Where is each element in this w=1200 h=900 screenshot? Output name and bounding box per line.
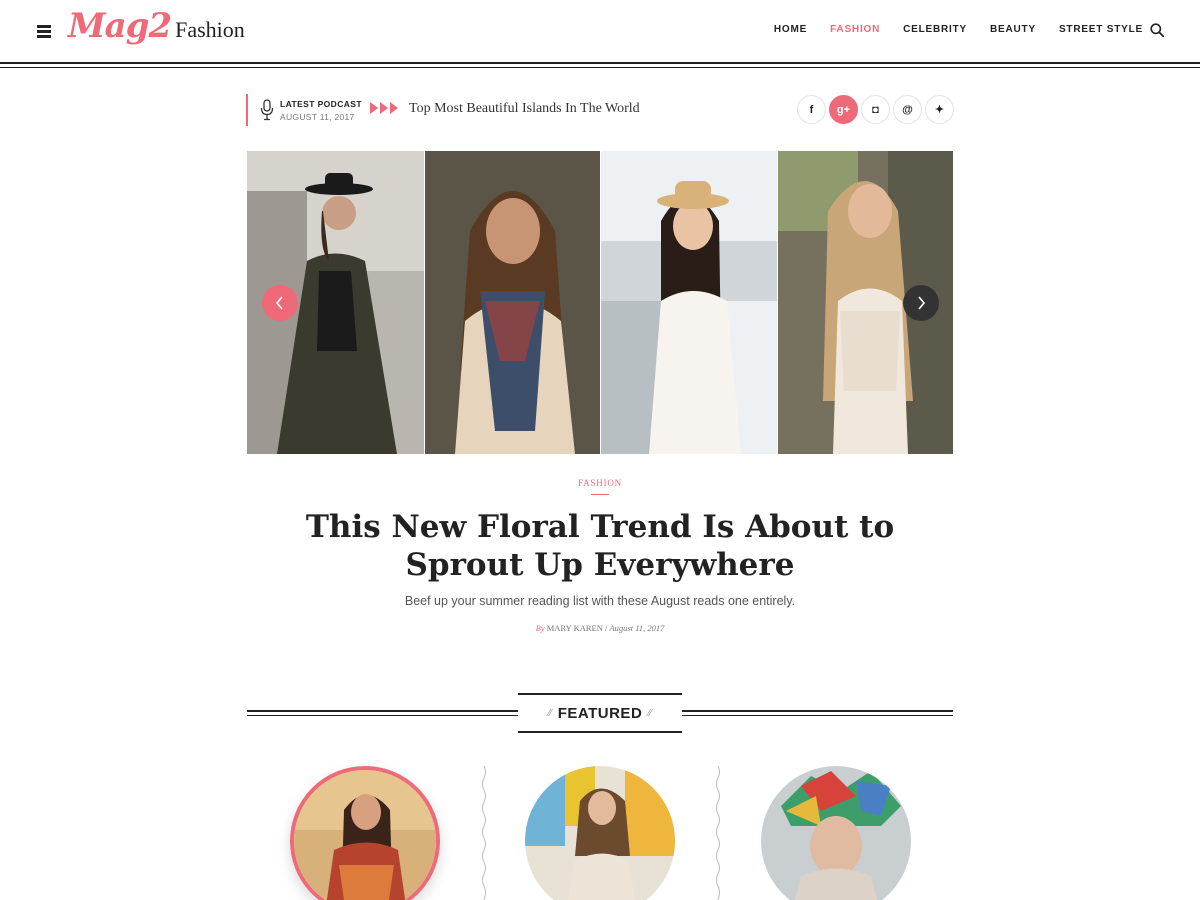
byline-by: By [535, 623, 545, 633]
slider-next-button[interactable] [903, 285, 939, 321]
featured-post-image[interactable] [290, 766, 440, 900]
podcast-date: AUGUST 11, 2017 [280, 112, 355, 122]
instagram-icon[interactable]: ◘ [861, 95, 890, 124]
menu-icon[interactable] [37, 25, 51, 38]
email-icon[interactable]: @ [893, 95, 922, 124]
article-title[interactable]: This New Floral Trend Is About to Sprout… [300, 508, 900, 584]
site-header: Mag2 Fashion HOME FASHION CELEBRITY BEAU… [0, 0, 1200, 68]
quill-icon: ⁄⁄ [548, 707, 552, 719]
latest-podcast: LATEST PODCAST AUGUST 11, 2017 Top Most … [246, 94, 640, 126]
microphone-icon [260, 99, 274, 121]
featured-rule-right [682, 710, 953, 716]
nav-item-beauty[interactable]: BEAUTY [990, 24, 1036, 35]
wavy-divider [482, 766, 486, 900]
featured-label: FEATURED [557, 704, 643, 722]
search-icon[interactable] [1150, 23, 1164, 37]
nav-item-celebrity[interactable]: CELEBRITY [903, 24, 967, 35]
featured-post-image[interactable] [525, 766, 675, 900]
category-underline [591, 494, 609, 495]
slider-prev-button[interactable] [262, 285, 298, 321]
header-divider [0, 62, 1200, 68]
nav-item-fashion[interactable]: FASHION [830, 24, 880, 35]
nav-item-street-style[interactable]: STREET STYLE [1059, 24, 1143, 35]
wavy-divider [716, 766, 720, 900]
article-byline: By MARY KAREN / August 11, 2017 [535, 623, 665, 633]
twitter-icon[interactable]: ✦ [925, 95, 954, 124]
chevron-right-icon [918, 296, 926, 310]
facebook-icon[interactable]: f [797, 95, 826, 124]
featured-post-image[interactable] [761, 766, 911, 900]
hero-slider [247, 151, 953, 454]
logo-script: Mag2 [68, 6, 172, 46]
podcast-headline[interactable]: Top Most Beautiful Islands In The World [409, 101, 640, 117]
main-nav: HOME FASHION CELEBRITY BEAUTY STREET STY… [751, 24, 1143, 35]
google-plus-icon[interactable]: g+ [829, 95, 858, 124]
site-logo[interactable]: Mag2 Fashion [68, 6, 245, 54]
article-subtitle: Beef up your summer reading list with th… [404, 594, 796, 608]
logo-word: Fashion [175, 17, 245, 42]
article-category[interactable]: FASHION [0, 478, 1200, 488]
podcast-label: LATEST PODCAST [280, 99, 362, 109]
chevron-left-icon [275, 296, 283, 310]
featured-heading: ⁄⁄ FEATURED ⁄⁄ [518, 693, 682, 733]
quill-icon: ⁄⁄ [648, 707, 652, 719]
slide-image[interactable] [600, 151, 777, 454]
featured-rule-left [247, 710, 518, 716]
byline-author[interactable]: MARY KAREN [547, 623, 603, 633]
slide-image[interactable] [423, 151, 600, 454]
play-arrows-icon [370, 102, 400, 114]
byline-date: August 11, 2017 [609, 623, 665, 633]
nav-item-home[interactable]: HOME [774, 24, 807, 35]
social-links: f g+ ◘ @ ✦ [797, 95, 957, 124]
